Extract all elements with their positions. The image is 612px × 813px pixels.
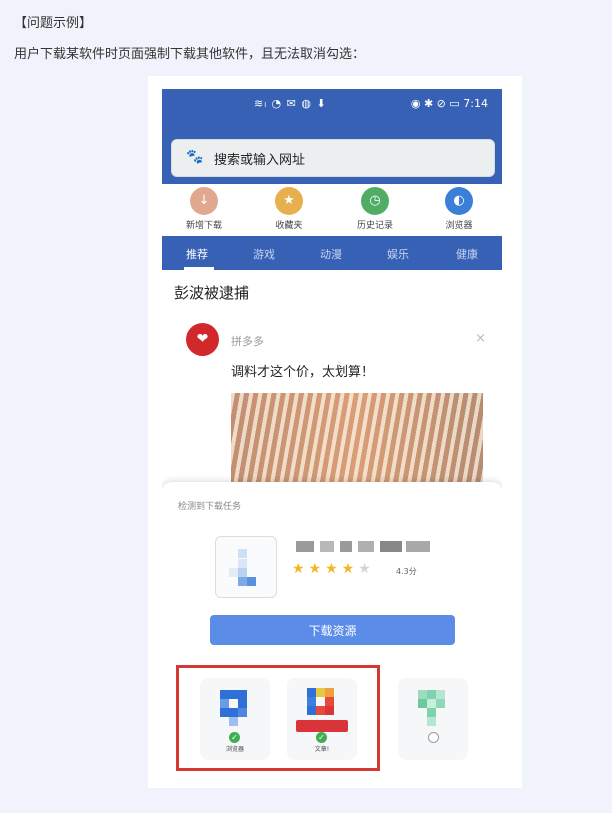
pinduoduo-logo-icon: ❤ <box>186 323 219 356</box>
issue-description: 用户下载某软件时页面强制下载其他软件，且无法取消勾选： <box>14 47 366 62</box>
ad-card[interactable]: ❤ 拼多多 × 调料才这个价，太划算！ <box>186 323 486 493</box>
category-tabs: 推荐 游戏 动漫 娱乐 健康 <box>162 236 502 270</box>
status-icons-left: ≋ₗ ◔ ✉ ◍ ⬇ <box>254 97 327 110</box>
rating-stars: ★★★★★ <box>292 561 375 577</box>
shortcut-new-download[interactable]: ↓ 新增下载 <box>169 187 239 231</box>
history-clock-icon: ◷ <box>361 187 389 215</box>
checked-icon[interactable]: ✓ <box>229 732 240 743</box>
tab-anime[interactable]: 动漫 <box>320 246 342 262</box>
bundled-app-article[interactable]: ✓ 文章! <box>287 678 357 760</box>
popup-title: 检测到下载任务 <box>178 502 242 512</box>
ad-text: 调料才这个价，太划算！ <box>231 365 375 380</box>
shortcut-label: 浏览器 <box>445 221 473 231</box>
tab-entertainment[interactable]: 娱乐 <box>387 246 409 262</box>
ad-source: 拼多多 <box>231 335 264 348</box>
section-heading: 【问题示例】 <box>14 16 93 31</box>
active-tab-indicator <box>184 267 214 270</box>
rating-value: 4.3分 <box>396 567 417 576</box>
shortcut-label: 新增下载 <box>185 221 222 231</box>
download-popup: 检测到下载任务 ★★★★★ 4.3分 下载资源 ✓ 浏览器 ✓ 文章! <box>162 482 502 779</box>
app-name-redacted <box>296 541 434 552</box>
shortcut-history[interactable]: ◷ 历史记录 <box>340 187 410 231</box>
browser-icon: ◐ <box>445 187 473 215</box>
shortcut-bookmarks[interactable]: ★ 收藏夹 <box>254 187 324 231</box>
shortcut-row: ↓ 新增下载 ★ 收藏夹 ◷ 历史记录 ◐ 浏览器 <box>162 184 502 236</box>
search-bar[interactable]: 🐾 搜索或输入网址 <box>171 139 495 177</box>
tab-health[interactable]: 健康 <box>456 246 478 262</box>
close-icon[interactable]: × <box>475 331 486 346</box>
bundled-app-label: 文章! <box>314 746 330 753</box>
download-circle-icon: ↓ <box>190 187 218 215</box>
status-time: ◉ ✱ ⊘ ▭ 7:14 <box>410 97 488 110</box>
checked-icon[interactable]: ✓ <box>316 732 327 743</box>
noodle-image <box>231 393 483 493</box>
phone-screen: ≋ₗ ◔ ✉ ◍ ⬇ ◉ ✱ ⊘ ▭ 7:14 🐾 搜索或输入网址 ↓ 新增下载… <box>162 89 502 779</box>
bookmark-icon: ★ <box>275 187 303 215</box>
bundled-app-browser[interactable]: ✓ 浏览器 <box>200 678 270 760</box>
tab-recommend[interactable]: 推荐 <box>186 246 208 262</box>
search-placeholder: 搜索或输入网址 <box>214 153 306 168</box>
tab-games[interactable]: 游戏 <box>253 246 275 262</box>
bundled-app-label: 浏览器 <box>225 746 244 753</box>
news-headline[interactable]: 彭波被逮捕 <box>174 282 249 303</box>
download-resource-button[interactable]: 下载资源 <box>210 615 455 645</box>
paw-icon: 🐾 <box>186 149 204 165</box>
unchecked-icon[interactable] <box>428 732 439 743</box>
shortcut-browser[interactable]: ◐ 浏览器 <box>424 187 494 231</box>
app-icon <box>215 536 277 598</box>
bundled-app-other[interactable] <box>398 678 468 760</box>
status-bar: ≋ₗ ◔ ✉ ◍ ⬇ ◉ ✱ ⊘ ▭ 7:14 <box>162 89 502 119</box>
shortcut-label: 历史记录 <box>356 221 393 231</box>
example-screenshot: ≋ₗ ◔ ✉ ◍ ⬇ ◉ ✱ ⊘ ▭ 7:14 🐾 搜索或输入网址 ↓ 新增下载… <box>148 76 522 788</box>
shortcut-label: 收藏夹 <box>275 221 303 231</box>
